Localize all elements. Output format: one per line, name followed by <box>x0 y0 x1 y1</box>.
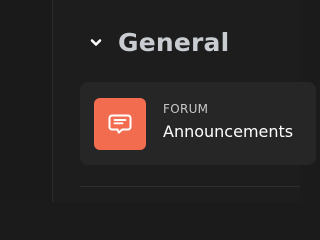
channel-card-text: FORUM Announcements <box>163 103 293 142</box>
section-title: General <box>118 27 230 57</box>
forum-message-icon <box>94 97 146 150</box>
general-section-header[interactable]: General <box>86 26 229 58</box>
page: General FORUM Announcements <box>0 0 316 202</box>
channel-name: Announcements <box>163 122 294 142</box>
chevron-down-icon[interactable] <box>86 32 106 52</box>
channel-card-announcements[interactable]: FORUM Announcements <box>80 82 316 165</box>
left-navigation-rail <box>0 0 52 202</box>
rail-divider <box>52 0 53 202</box>
section-bottom-divider <box>80 186 300 187</box>
channel-type-label: FORUM <box>163 102 209 117</box>
